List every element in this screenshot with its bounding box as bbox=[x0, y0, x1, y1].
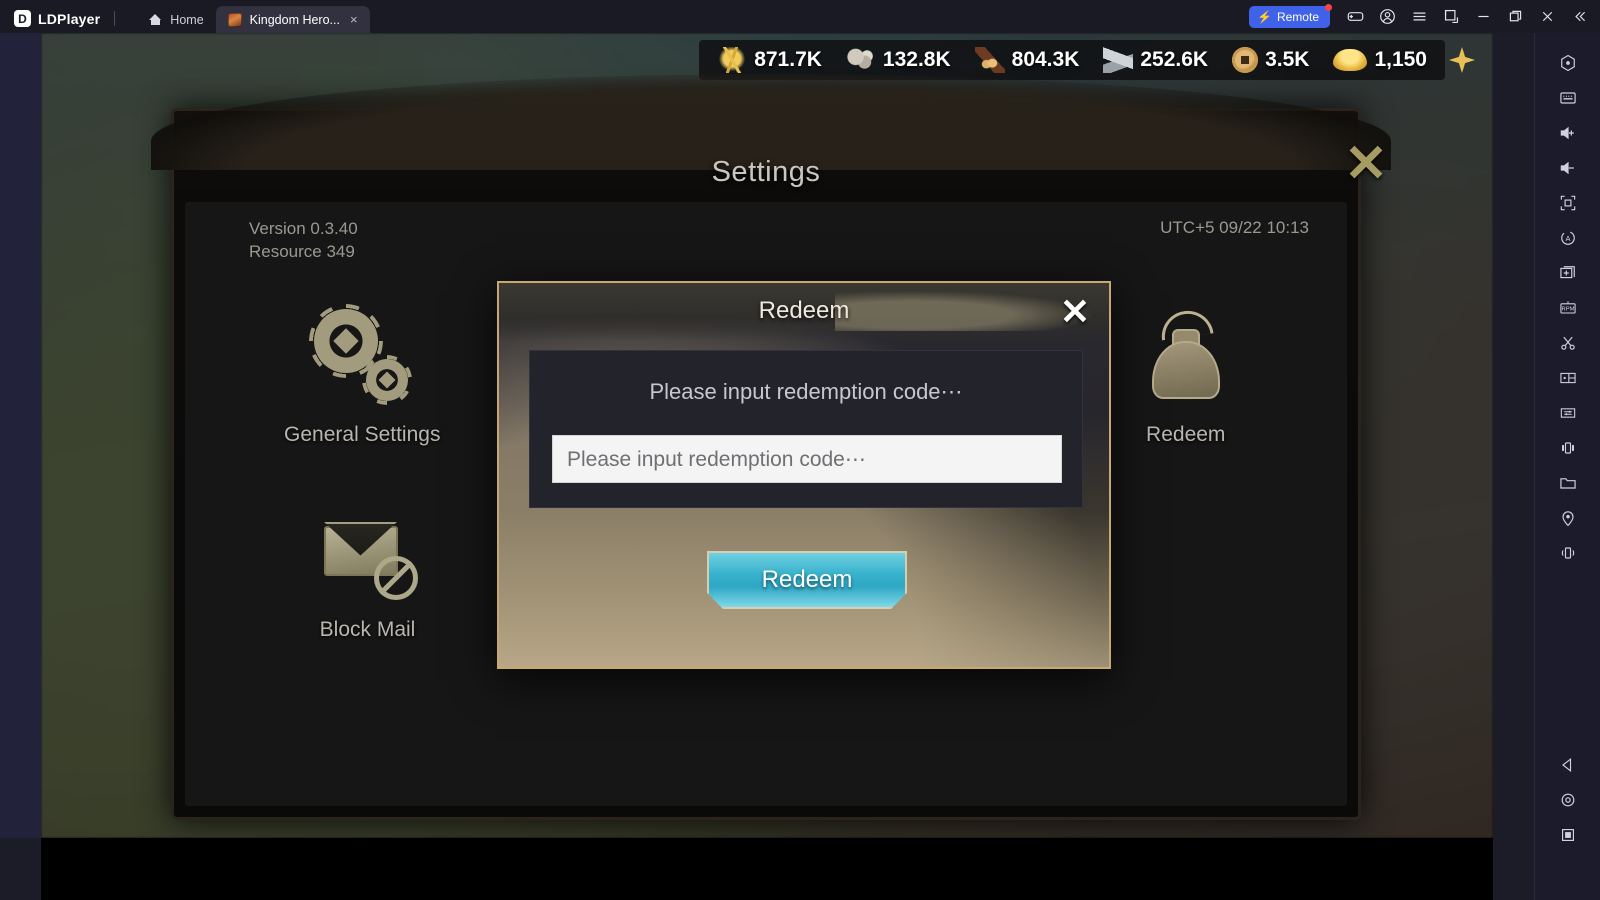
gamepad-icon[interactable] bbox=[1340, 3, 1370, 31]
game-thumbnail-icon bbox=[227, 12, 242, 27]
shake-icon[interactable] bbox=[1535, 430, 1600, 465]
location-icon[interactable] bbox=[1535, 500, 1600, 535]
divider bbox=[114, 11, 116, 26]
settings-tile-redeem-label: Redeem bbox=[1146, 422, 1226, 446]
resource-gold-ingot-value: 1,150 bbox=[1374, 48, 1427, 71]
sidebar-top-group: A RPM bbox=[1535, 33, 1600, 570]
remote-button-label: Remote bbox=[1276, 9, 1319, 24]
menu-icon[interactable] bbox=[1404, 3, 1434, 31]
wheat-icon bbox=[717, 47, 748, 73]
screenshot-icon[interactable] bbox=[1436, 3, 1466, 31]
window-controls: ⚡ Remote bbox=[1249, 0, 1594, 33]
home-icon bbox=[149, 13, 162, 26]
resource-food-value: 871.7K bbox=[754, 48, 822, 71]
ldplayer-logo-icon: D bbox=[14, 10, 31, 27]
collapse-icon[interactable] bbox=[1564, 3, 1594, 31]
bag-icon bbox=[1134, 305, 1238, 409]
redeem-dialog: Redeem ✕ Please input redemption code⋯ P… bbox=[497, 281, 1111, 669]
redemption-code-input[interactable]: Please input redemption code⋯ bbox=[552, 435, 1062, 483]
settings-close-icon[interactable]: ✕ bbox=[1333, 134, 1399, 194]
left-rail bbox=[0, 33, 41, 838]
iron-icon bbox=[1103, 47, 1134, 73]
tab-close-icon[interactable]: × bbox=[350, 13, 358, 26]
multi-window-icon[interactable] bbox=[1535, 360, 1600, 395]
remote-button[interactable]: ⚡ Remote bbox=[1249, 3, 1332, 28]
auto-rotate-icon[interactable]: A bbox=[1535, 220, 1600, 255]
redeem-submit-button[interactable]: Redeem bbox=[707, 551, 907, 609]
resource-copper-coin[interactable]: 3.5K bbox=[1220, 47, 1321, 73]
keyboard-icon[interactable] bbox=[1535, 80, 1600, 115]
add-instance-icon[interactable] bbox=[1535, 255, 1600, 290]
back-icon[interactable] bbox=[1535, 747, 1600, 782]
settings-tile-general-settings-label: General Settings bbox=[284, 422, 441, 446]
redeem-dialog-title: Redeem bbox=[758, 297, 850, 324]
tab-home-label: Home bbox=[170, 12, 204, 27]
server-time: UTC+5 09/22 10:13 bbox=[1160, 218, 1309, 237]
minimize-icon[interactable] bbox=[1468, 3, 1498, 31]
settings-tile-general-settings[interactable]: General Settings bbox=[225, 278, 500, 473]
stone-icon bbox=[845, 47, 876, 73]
home-circle-icon[interactable] bbox=[1535, 782, 1600, 817]
maximize-icon[interactable] bbox=[1500, 3, 1530, 31]
resource-iron-value: 252.6K bbox=[1140, 48, 1209, 71]
resource-gold-ingot[interactable]: 1,150 bbox=[1321, 48, 1439, 72]
fullscreen-icon[interactable] bbox=[1535, 185, 1600, 220]
tab-kingdom-hero[interactable]: Kingdom Hero... × bbox=[215, 6, 370, 33]
vibrate-icon[interactable] bbox=[1535, 535, 1600, 570]
close-icon[interactable] bbox=[1532, 3, 1562, 31]
resource-iron[interactable]: 252.6K bbox=[1091, 47, 1220, 73]
tab-kingdom-hero-label: Kingdom Hero... bbox=[249, 12, 340, 27]
page-title: Settings bbox=[711, 156, 821, 188]
settings-version-info: Version 0.3.40 Resource 349 bbox=[249, 218, 358, 264]
rpm-icon[interactable]: RPM bbox=[1535, 290, 1600, 325]
resource-copper-coin-value: 3.5K bbox=[1265, 48, 1310, 71]
gem-icon[interactable] bbox=[1449, 47, 1475, 73]
svg-text:RPM: RPM bbox=[1561, 306, 1574, 312]
emulator-sidebar: A RPM bbox=[1534, 33, 1600, 900]
resource-wood-value: 804.3K bbox=[1011, 48, 1080, 71]
scissors-icon[interactable] bbox=[1535, 325, 1600, 360]
version-line: Version 0.3.40 bbox=[249, 219, 358, 238]
sidebar-navigation-group bbox=[1535, 747, 1600, 900]
emulator-screen: 871.7K 132.8K 804.3K 252.6K 3.5K 1,150 S… bbox=[41, 33, 1493, 838]
sync-icon[interactable] bbox=[1535, 395, 1600, 430]
title-bar: D LDPlayer Home Kingdom Hero... × ⚡ Remo… bbox=[0, 0, 1600, 33]
volume-up-icon[interactable] bbox=[1535, 115, 1600, 150]
tab-home[interactable]: Home bbox=[137, 6, 215, 33]
ldplayer-window: D LDPlayer Home Kingdom Hero... × ⚡ Remo… bbox=[0, 0, 1600, 900]
brand-name: LDPlayer bbox=[38, 10, 101, 27]
volume-down-icon[interactable] bbox=[1535, 150, 1600, 185]
settings-tile-block-mail[interactable]: Block Mail bbox=[225, 473, 510, 668]
svg-text:A: A bbox=[1565, 233, 1570, 242]
redeem-dialog-close-icon[interactable]: ✕ bbox=[1055, 292, 1095, 332]
redeem-hint-text: Please input redemption code⋯ bbox=[649, 379, 963, 404]
redeem-input-panel: Please input redemption code⋯ Please inp… bbox=[529, 350, 1083, 508]
resource-food[interactable]: 871.7K bbox=[705, 47, 834, 73]
wood-icon bbox=[974, 47, 1005, 73]
ingot-icon bbox=[1333, 49, 1368, 71]
redemption-code-placeholder: Please input redemption code⋯ bbox=[567, 447, 866, 471]
tab-strip: Home Kingdom Hero... × bbox=[137, 0, 370, 33]
account-icon[interactable] bbox=[1372, 3, 1402, 31]
resource-stone[interactable]: 132.8K bbox=[834, 47, 963, 73]
resource-line: Resource 349 bbox=[249, 241, 355, 261]
brand: D LDPlayer bbox=[0, 10, 114, 33]
recents-icon[interactable] bbox=[1535, 817, 1600, 852]
mail-block-icon bbox=[316, 500, 420, 604]
settings-tile-block-mail-label: Block Mail bbox=[319, 617, 416, 641]
gears-icon bbox=[310, 305, 414, 409]
folder-icon[interactable] bbox=[1535, 465, 1600, 500]
coin-icon bbox=[1232, 47, 1259, 73]
notification-dot bbox=[1325, 3, 1332, 11]
redeem-submit-button-label: Redeem bbox=[761, 566, 853, 593]
resource-wood[interactable]: 804.3K bbox=[963, 47, 1092, 73]
bolt-icon: ⚡ bbox=[1257, 9, 1272, 24]
power-icon[interactable] bbox=[1535, 45, 1600, 80]
screen-bottom-letterbox bbox=[41, 838, 1493, 900]
resource-stone-value: 132.8K bbox=[882, 48, 951, 71]
